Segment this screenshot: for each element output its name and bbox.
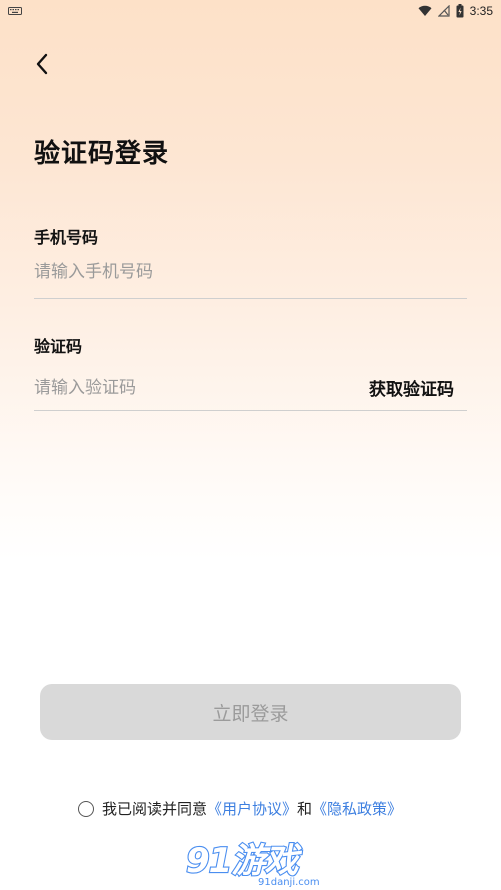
watermark-logo: 91游戏 91danji.com <box>185 840 320 888</box>
watermark-sub: 91danji.com <box>258 877 320 888</box>
watermark-main: 91游戏 <box>186 841 302 881</box>
status-bar: 3:35 <box>0 0 501 22</box>
clock: 3:35 <box>469 4 493 18</box>
agreement-text: 我已阅读并同意 <box>102 800 208 818</box>
back-button[interactable] <box>28 50 56 78</box>
wifi-icon <box>418 5 432 17</box>
code-input[interactable] <box>34 375 334 401</box>
agree-radio[interactable] <box>78 800 94 817</box>
phone-label: 手机号码 <box>34 228 99 247</box>
get-code-button[interactable]: 获取验证码 <box>369 375 454 400</box>
no-signal-icon <box>437 5 450 17</box>
agreement-connector: 和 <box>297 800 313 818</box>
phone-divider <box>34 298 467 299</box>
agreement-row: 我已阅读并同意 《用户协议》 和 《隐私政策》 <box>78 798 402 819</box>
keyboard-icon <box>8 7 22 15</box>
privacy-policy-link[interactable]: 《隐私政策》 <box>312 798 402 819</box>
user-agreement-link[interactable]: 《用户协议》 <box>207 798 297 819</box>
status-icons: 3:35 <box>418 3 493 19</box>
code-divider <box>34 410 467 411</box>
battery-charging-icon <box>456 4 464 18</box>
code-label: 验证码 <box>34 337 83 356</box>
chevron-left-icon <box>36 53 48 75</box>
page-title: 验证码登录 <box>34 139 170 169</box>
login-button[interactable]: 立即登录 <box>40 684 461 740</box>
phone-input[interactable] <box>34 259 454 285</box>
